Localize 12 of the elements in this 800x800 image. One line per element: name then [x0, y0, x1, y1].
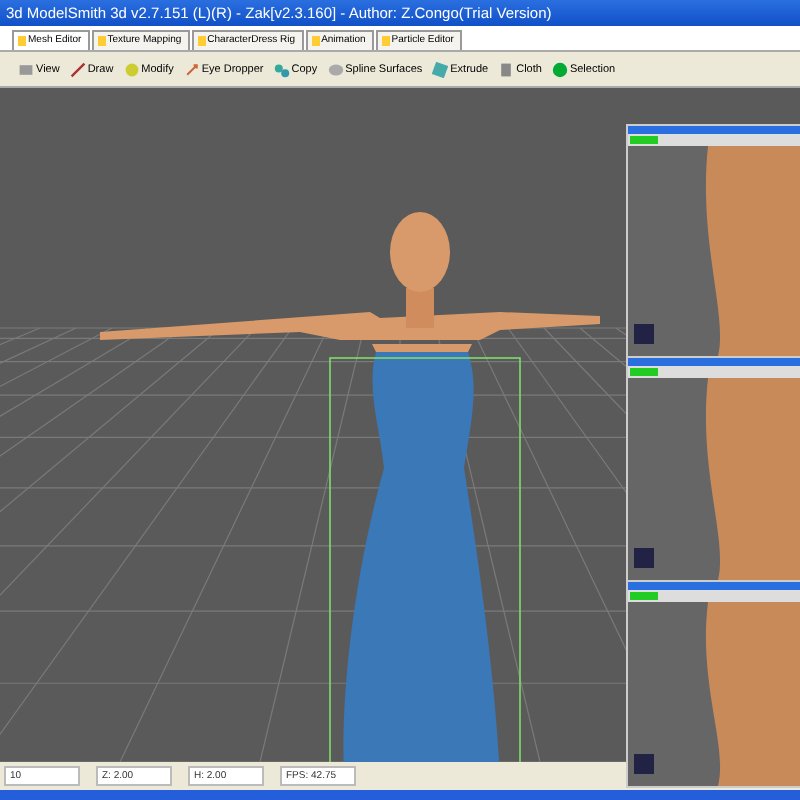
folder-icon	[381, 36, 390, 46]
folder-icon	[311, 36, 320, 46]
circles-icon	[273, 61, 290, 77]
dot-icon	[551, 61, 568, 77]
dot-icon	[123, 61, 140, 77]
dropper-icon	[183, 61, 200, 77]
folder-icon	[18, 36, 26, 46]
panel-icon	[498, 61, 515, 77]
folder-icon	[97, 36, 106, 46]
pencil-icon	[69, 61, 86, 77]
ellipse-icon	[327, 61, 344, 77]
folder-icon	[197, 36, 206, 46]
